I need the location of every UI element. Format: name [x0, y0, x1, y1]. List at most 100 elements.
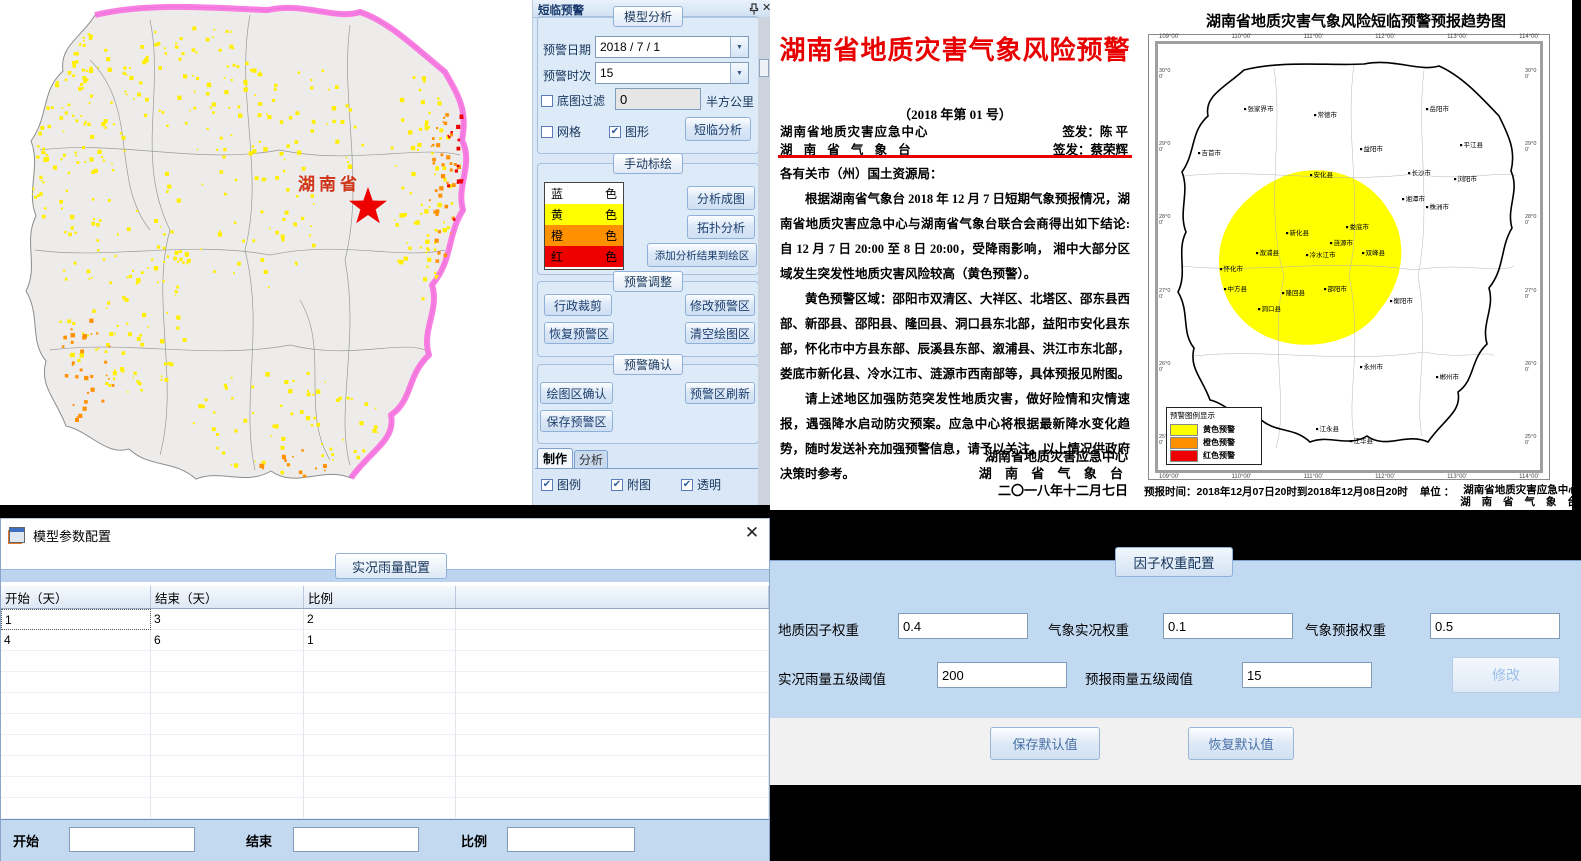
warning-document[interactable]: 湖南省地质灾害气象风险预警 （2018 年第 01 号） 湖南省地质灾害应急中心… — [770, 0, 1140, 510]
color-item[interactable]: 橙色 — [545, 225, 623, 246]
column-header[interactable]: 比例 — [304, 586, 456, 608]
table-cell[interactable] — [456, 630, 769, 651]
table-cell[interactable] — [151, 651, 304, 672]
table-cell[interactable] — [456, 735, 769, 756]
table-row[interactable] — [1, 735, 769, 756]
table-cell[interactable] — [151, 672, 304, 693]
dialog-titlebar[interactable]: 模型参数配置 ✕ — [1, 519, 769, 549]
table-cell[interactable] — [304, 651, 456, 672]
table-row[interactable] — [1, 798, 769, 819]
basemap-filter-checkbox[interactable]: 底图过滤 — [541, 92, 605, 109]
table-cell[interactable] — [304, 714, 456, 735]
filter-area-input[interactable]: 0 — [615, 88, 701, 110]
add-result-button[interactable]: 添加分析结果到绘区 — [647, 243, 757, 267]
shortterm-analyze-button[interactable]: 短临分析 — [685, 117, 751, 141]
restore-defaults-button[interactable]: 恢复默认值 — [1188, 727, 1294, 760]
rain-obs-threshold-input[interactable]: 200 — [937, 662, 1067, 688]
topology-analysis-button[interactable]: 拓扑分析 — [687, 215, 755, 239]
tab-analysis[interactable]: 分析 — [574, 450, 608, 468]
modify-warning-area-button[interactable]: 修改预警区 — [685, 294, 755, 316]
table-header[interactable]: 开始（天）结束（天）比例 — [1, 586, 769, 609]
admin-clip-button[interactable]: 行政裁剪 — [544, 294, 612, 316]
forecast-weight-input[interactable]: 0.5 — [1430, 613, 1560, 639]
save-defaults-button[interactable]: 保存默认值 — [990, 727, 1100, 760]
table-row[interactable]: 132 — [1, 609, 769, 630]
table-cell[interactable]: 2 — [304, 609, 456, 630]
table-cell[interactable] — [1, 693, 151, 714]
table-row[interactable]: 461 — [1, 630, 769, 651]
table-cell[interactable] — [304, 756, 456, 777]
scrollbar-thumb[interactable] — [759, 59, 769, 77]
ratio-input[interactable] — [507, 827, 635, 852]
gis-map-canvas[interactable]: 湖南省 — [0, 0, 532, 505]
table-cell[interactable] — [151, 756, 304, 777]
end-input[interactable] — [293, 827, 419, 852]
table-cell[interactable] — [1, 798, 151, 819]
shape-checkbox[interactable]: ✔图形 — [609, 123, 649, 140]
chevron-down-icon[interactable]: ▼ — [730, 37, 748, 57]
table-cell[interactable] — [456, 756, 769, 777]
table-cell[interactable] — [151, 735, 304, 756]
obs-weight-input[interactable]: 0.1 — [1163, 613, 1293, 639]
table-cell[interactable] — [456, 609, 769, 630]
table-cell[interactable] — [456, 651, 769, 672]
table-row[interactable] — [1, 756, 769, 777]
start-input[interactable] — [69, 827, 195, 852]
geology-weight-input[interactable]: 0.4 — [898, 613, 1028, 639]
table-cell[interactable] — [304, 798, 456, 819]
rain-config-tab[interactable]: 实况雨量配置 — [335, 553, 447, 579]
color-item[interactable]: 蓝色 — [545, 183, 623, 204]
column-header[interactable] — [456, 586, 769, 608]
table-cell[interactable] — [304, 735, 456, 756]
clear-draw-area-button[interactable]: 清空绘图区 — [685, 322, 755, 344]
table-row[interactable] — [1, 714, 769, 735]
table-cell[interactable]: 3 — [151, 609, 304, 630]
table-cell[interactable] — [1, 651, 151, 672]
table-cell[interactable] — [1, 714, 151, 735]
table-cell[interactable] — [151, 714, 304, 735]
table-row[interactable] — [1, 651, 769, 672]
table-cell[interactable] — [456, 798, 769, 819]
table-cell[interactable] — [1, 735, 151, 756]
column-header[interactable]: 开始（天） — [1, 586, 151, 608]
save-warning-area-button[interactable]: 保存预警区 — [540, 410, 613, 432]
color-item[interactable]: 黄色 — [545, 204, 623, 225]
table-cell[interactable]: 1 — [1, 609, 151, 630]
table-row[interactable] — [1, 777, 769, 798]
color-item[interactable]: 红色 — [545, 246, 623, 267]
table-cell[interactable] — [1, 672, 151, 693]
analysis-to-map-button[interactable]: 分析成图 — [687, 186, 755, 210]
table-cell[interactable]: 6 — [151, 630, 304, 651]
close-icon[interactable]: ✕ — [741, 523, 763, 543]
warning-refresh-button[interactable]: 预警区刷新 — [685, 382, 755, 404]
table-cell[interactable] — [151, 777, 304, 798]
warning-date-combobox[interactable]: 2018 / 7 / 1 ▼ — [595, 36, 749, 58]
table-row[interactable] — [1, 693, 769, 714]
transparent-checkbox[interactable]: ✔透明 — [681, 476, 721, 493]
table-cell[interactable] — [304, 672, 456, 693]
color-listbox[interactable]: 蓝色黄色橙色红色 — [544, 182, 624, 270]
table-row[interactable] — [1, 672, 769, 693]
rain-forecast-threshold-input[interactable]: 15 — [1242, 662, 1372, 688]
restore-warning-area-button[interactable]: 恢复预警区 — [544, 322, 614, 344]
table-cell[interactable] — [304, 693, 456, 714]
rain-config-table[interactable]: 开始（天）结束（天）比例132461 — [1, 586, 769, 819]
chevron-down-icon[interactable]: ▼ — [730, 63, 748, 83]
legend-checkbox[interactable]: ✔图例 — [541, 476, 581, 493]
grid-checkbox[interactable]: 网格 — [541, 123, 581, 140]
table-cell[interactable] — [456, 714, 769, 735]
table-cell[interactable]: 1 — [304, 630, 456, 651]
table-cell[interactable] — [456, 672, 769, 693]
factor-weight-tab[interactable]: 因子权重配置 — [1115, 547, 1233, 577]
table-cell[interactable] — [151, 798, 304, 819]
draw-confirm-button[interactable]: 绘图区确认 — [540, 382, 613, 404]
table-cell[interactable]: 4 — [1, 630, 151, 651]
attach-map-checkbox[interactable]: ✔附图 — [611, 476, 651, 493]
table-cell[interactable] — [151, 693, 304, 714]
table-cell[interactable] — [456, 693, 769, 714]
warning-time-combobox[interactable]: 15 ▼ — [595, 62, 749, 84]
table-cell[interactable] — [1, 756, 151, 777]
table-cell[interactable] — [1, 777, 151, 798]
document-scrollbar[interactable] — [758, 17, 770, 510]
table-cell[interactable] — [304, 777, 456, 798]
